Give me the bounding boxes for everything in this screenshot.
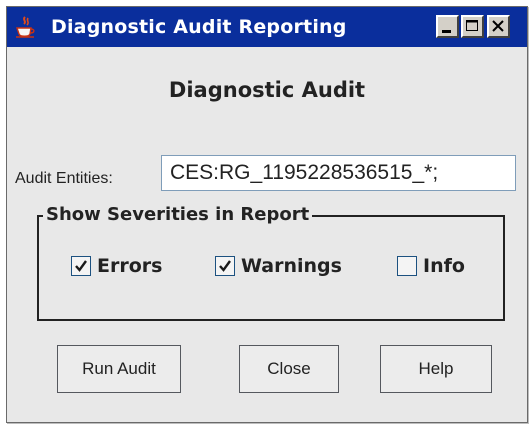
minimize-icon	[442, 30, 451, 33]
warnings-checkbox-box[interactable]	[215, 256, 235, 276]
checkmark-icon	[219, 260, 231, 272]
run-audit-button[interactable]: Run Audit	[57, 345, 181, 393]
checkmark-icon	[75, 260, 87, 272]
dialog-heading: Diagnostic Audit	[168, 78, 366, 102]
info-checkbox[interactable]: Info	[397, 255, 465, 277]
dialog-window: Diagnostic Audit Reporting Diagnostic Au…	[6, 6, 528, 423]
title-bar[interactable]: Diagnostic Audit Reporting	[7, 7, 527, 47]
java-cup-icon	[13, 15, 37, 39]
warnings-checkbox-label: Warnings	[241, 255, 342, 277]
close-button[interactable]	[487, 15, 510, 38]
warnings-checkbox[interactable]: Warnings	[215, 255, 342, 277]
window-title: Diagnostic Audit Reporting	[51, 16, 347, 38]
errors-checkbox-box[interactable]	[71, 256, 91, 276]
help-button[interactable]: Help	[380, 345, 492, 393]
severities-group-title: Show Severities in Report	[43, 204, 313, 225]
errors-checkbox[interactable]: Errors	[71, 255, 162, 277]
audit-entities-label: Audit Entities:	[15, 170, 113, 187]
info-checkbox-label: Info	[423, 255, 465, 277]
maximize-icon	[466, 20, 478, 31]
errors-checkbox-label: Errors	[97, 255, 163, 277]
maximize-button[interactable]	[461, 15, 484, 38]
audit-entities-input[interactable]	[161, 155, 516, 191]
close-dialog-button[interactable]: Close	[239, 345, 339, 393]
severities-groupbox: Show Severities in Report Errors Warning…	[37, 204, 505, 321]
info-checkbox-box[interactable]	[397, 256, 417, 276]
close-icon	[492, 20, 504, 32]
minimize-button[interactable]	[436, 15, 459, 38]
